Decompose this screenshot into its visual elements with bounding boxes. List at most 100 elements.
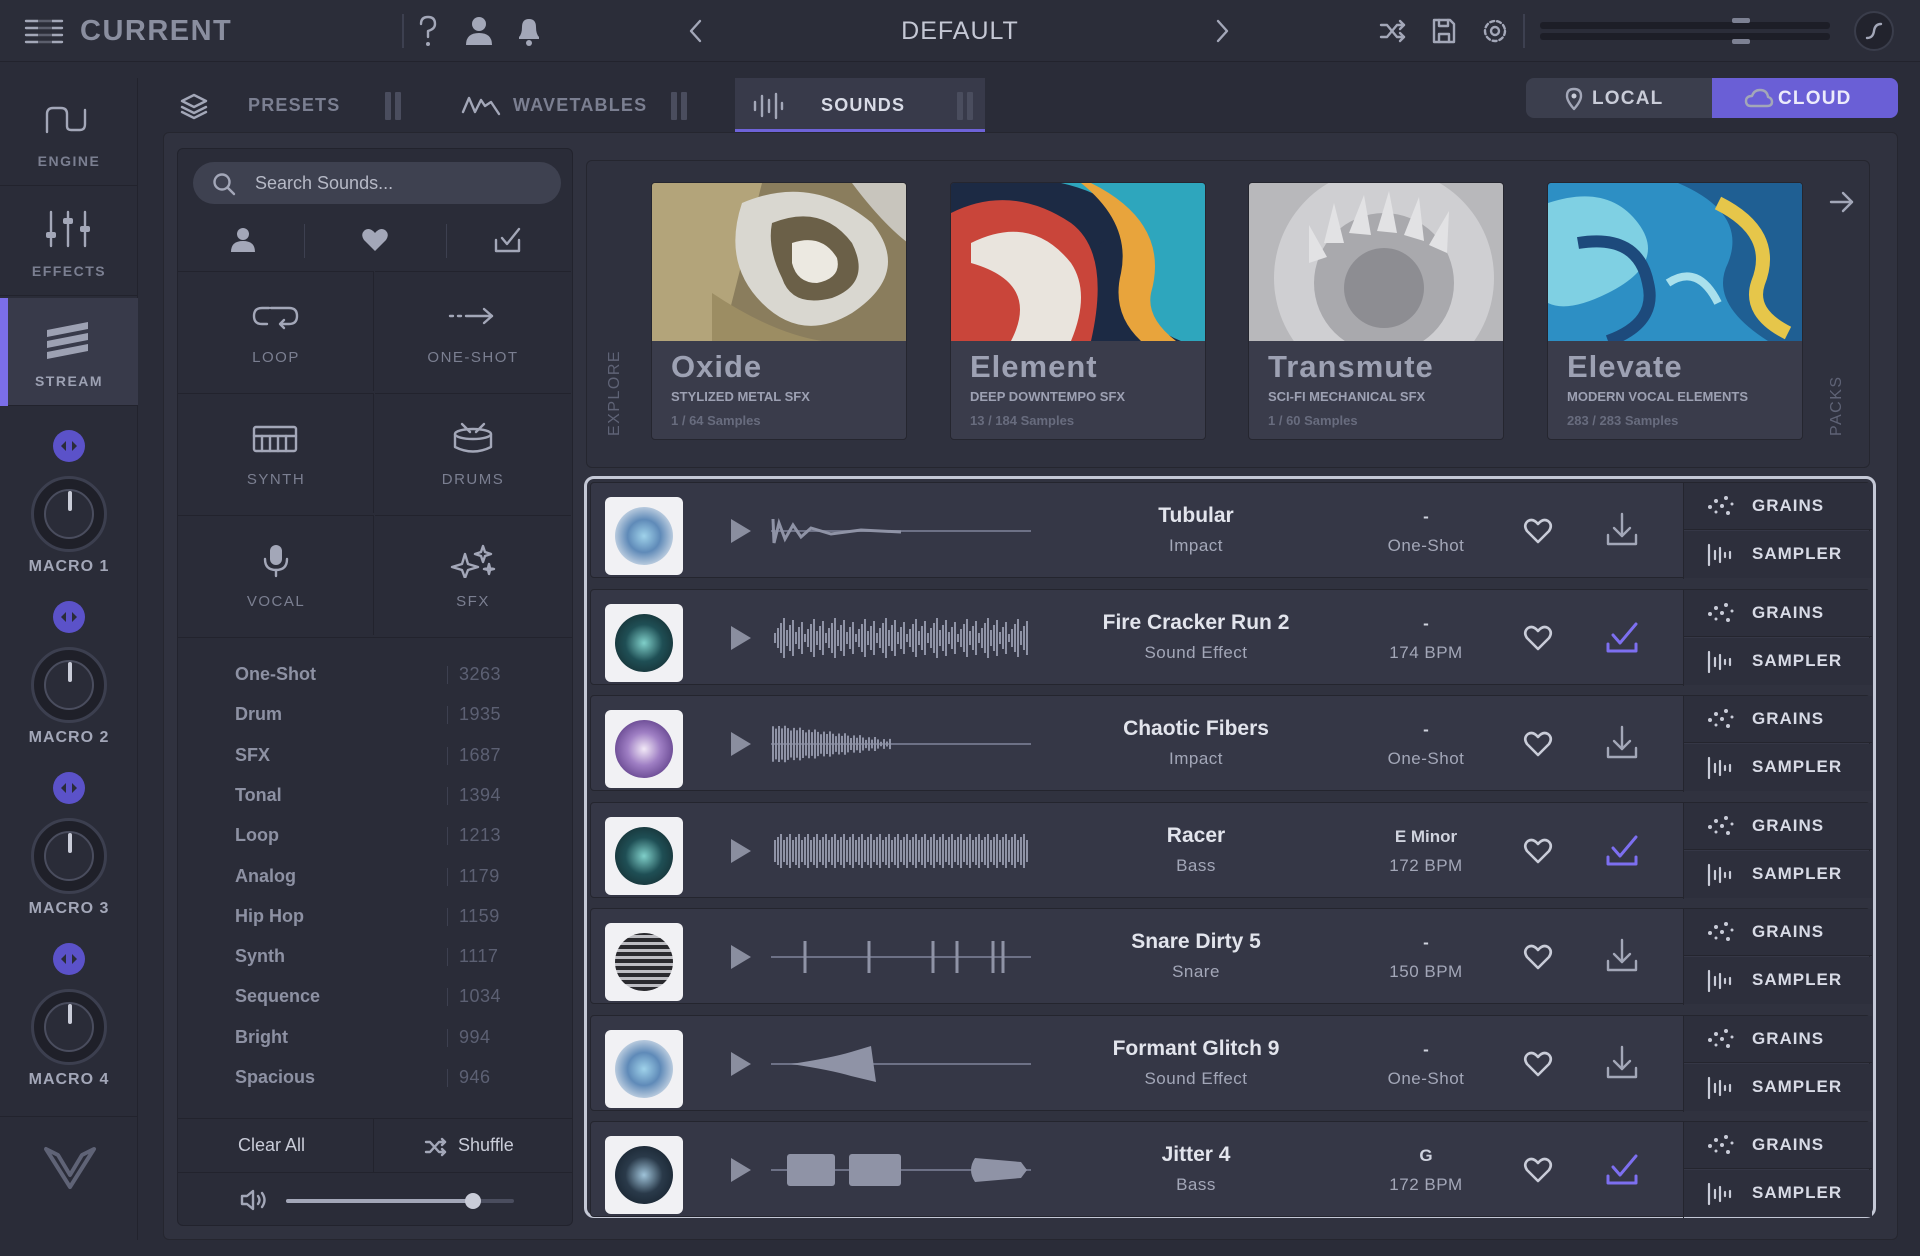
download-icon[interactable] [1605,511,1639,547]
help-icon[interactable] [416,14,440,48]
gear-icon[interactable] [1480,14,1510,48]
search-box[interactable] [193,162,561,204]
macro-4-toggle[interactable] [53,943,85,975]
save-icon[interactable] [1430,14,1458,48]
sampler-button[interactable]: SAMPLER [1684,1170,1872,1217]
category-drums[interactable]: DRUMS [375,393,571,513]
grains-button[interactable]: GRAINS [1684,483,1872,530]
grains-button[interactable]: GRAINS [1684,1122,1872,1169]
sampler-button[interactable]: SAMPLER [1684,531,1872,578]
play-icon[interactable] [725,1048,755,1080]
grains-button[interactable]: GRAINS [1684,696,1872,743]
download-icon[interactable] [1605,1044,1639,1080]
macro-1-knob[interactable] [31,476,107,552]
macro-3-toggle[interactable] [53,772,85,804]
sound-row[interactable]: Chaotic Fibers Impact - One-Shot GRAINS SAMPL… [590,695,1872,792]
clear-all-button[interactable]: Clear All [178,1118,374,1172]
output-level-meter[interactable] [1540,18,1830,44]
pack-card[interactable]: Transmute SCI-FI MECHANICAL SFX 1 / 60 S… [1248,182,1504,440]
tag-filter-item[interactable]: One-Shot 3263 [235,664,515,696]
downloaded-filter-icon[interactable] [493,226,523,254]
grains-button[interactable]: GRAINS [1684,589,1872,637]
bell-icon[interactable] [515,14,543,48]
user-icon[interactable] [464,14,494,48]
sound-row[interactable]: Formant Glitch 9 Sound Effect - One-Shot GRA… [590,1014,1872,1112]
download-icon[interactable] [1605,724,1639,760]
sound-row[interactable]: Snare Dirty 5 Snare - 150 BPM GRAINS SAMPLER [590,908,1872,1005]
sampler-button[interactable]: SAMPLER [1684,957,1872,1004]
waveform[interactable] [771,825,1031,877]
tag-filter-item[interactable]: Spacious 946 [235,1067,515,1099]
drag-handle-icon[interactable] [671,92,689,120]
shuffle-icon[interactable] [1378,14,1408,48]
tab-sounds[interactable]: SOUNDS [735,78,985,132]
tag-filter-item[interactable]: Sequence 1034 [235,986,515,1018]
waveform[interactable] [771,505,1031,557]
tag-filter-item[interactable]: Tonal 1394 [235,785,515,817]
tab-wavetables[interactable]: WAVETABLES [445,78,699,132]
play-icon[interactable] [725,728,755,760]
my-sounds-filter-icon[interactable] [230,226,256,254]
waveform[interactable] [771,718,1031,770]
grains-button[interactable]: GRAINS [1684,1015,1872,1063]
tag-filter-item[interactable]: Analog 1179 [235,866,515,898]
sampler-button[interactable]: SAMPLER [1684,637,1872,685]
heart-icon[interactable] [1523,1050,1553,1078]
pack-card[interactable]: Elevate MODERN VOCAL ELEMENTS 283 / 283 … [1547,182,1803,440]
heart-icon[interactable] [1523,1156,1553,1184]
play-icon[interactable] [725,622,755,654]
category-sfx[interactable]: SFX [375,515,571,635]
macro-3-knob[interactable] [31,818,107,894]
waveform[interactable] [771,1038,1031,1090]
heart-icon[interactable] [1523,837,1553,865]
waveform[interactable] [771,931,1031,983]
cloud-source-button[interactable]: CLOUD [1712,78,1898,118]
grains-button[interactable]: GRAINS [1684,802,1872,850]
drag-handle-icon[interactable] [385,92,403,120]
tag-filter-item[interactable]: Hip Hop 1159 [235,906,515,938]
waveform[interactable] [771,612,1031,664]
drag-handle-icon[interactable] [957,92,975,120]
category-synth[interactable]: SYNTH [178,393,374,513]
heart-filter-icon[interactable] [361,226,389,254]
sidebar-item-stream[interactable]: STREAM [0,298,138,406]
heart-icon[interactable] [1523,730,1553,758]
sampler-button[interactable]: SAMPLER [1684,850,1872,898]
heart-icon[interactable] [1523,624,1553,652]
sound-row[interactable]: Racer Bass E Minor 172 BPM GRAINS SAMPLER [590,801,1872,899]
curve-knob[interactable] [1854,11,1894,51]
grains-button[interactable]: GRAINS [1684,909,1872,956]
heart-icon[interactable] [1523,943,1553,971]
macro-2-knob[interactable] [31,647,107,723]
tag-filter-item[interactable]: Bright 994 [235,1027,515,1059]
tab-presets[interactable]: PRESETS [163,78,413,132]
sidebar-item-effects[interactable]: EFFECTS [0,188,138,296]
macro-1-toggle[interactable] [53,430,85,462]
search-input[interactable] [255,162,545,204]
tag-filter-item[interactable]: Loop 1213 [235,825,515,857]
pack-card[interactable]: Oxide STYLIZED METAL SFX 1 / 64 Samples [651,182,907,440]
next-preset-button[interactable] [1212,14,1232,48]
macro-4-knob[interactable] [31,989,107,1065]
previous-preset-button[interactable] [686,14,706,48]
preview-volume-slider[interactable] [286,1193,514,1209]
macro-2-toggle[interactable] [53,601,85,633]
tag-filter-item[interactable]: Synth 1117 [235,946,515,978]
local-source-button[interactable]: LOCAL [1526,78,1712,118]
play-icon[interactable] [725,835,755,867]
pack-card[interactable]: Element DEEP DOWNTEMPO SFX 13 / 184 Samp… [950,182,1206,440]
waveform[interactable] [771,1144,1031,1196]
heart-icon[interactable] [1523,517,1553,545]
sound-row[interactable]: Fire Cracker Run 2 Sound Effect - 174 BPM GR… [590,588,1872,686]
volume-thumb[interactable] [464,1193,481,1209]
sidebar-item-engine[interactable]: ENGINE [0,78,138,186]
play-icon[interactable] [725,1154,755,1186]
tag-filter-item[interactable]: SFX 1687 [235,745,515,777]
sampler-button[interactable]: SAMPLER [1684,744,1872,791]
sound-row[interactable]: Tubular Impact - One-Shot GRAINS SAMPLER [590,482,1872,579]
category-one-shot[interactable]: ONE-SHOT [375,271,571,391]
packs-next-arrow-icon[interactable] [1828,188,1856,216]
play-icon[interactable] [725,941,755,973]
category-loop[interactable]: LOOP [178,271,374,391]
sampler-button[interactable]: SAMPLER [1684,1063,1872,1111]
